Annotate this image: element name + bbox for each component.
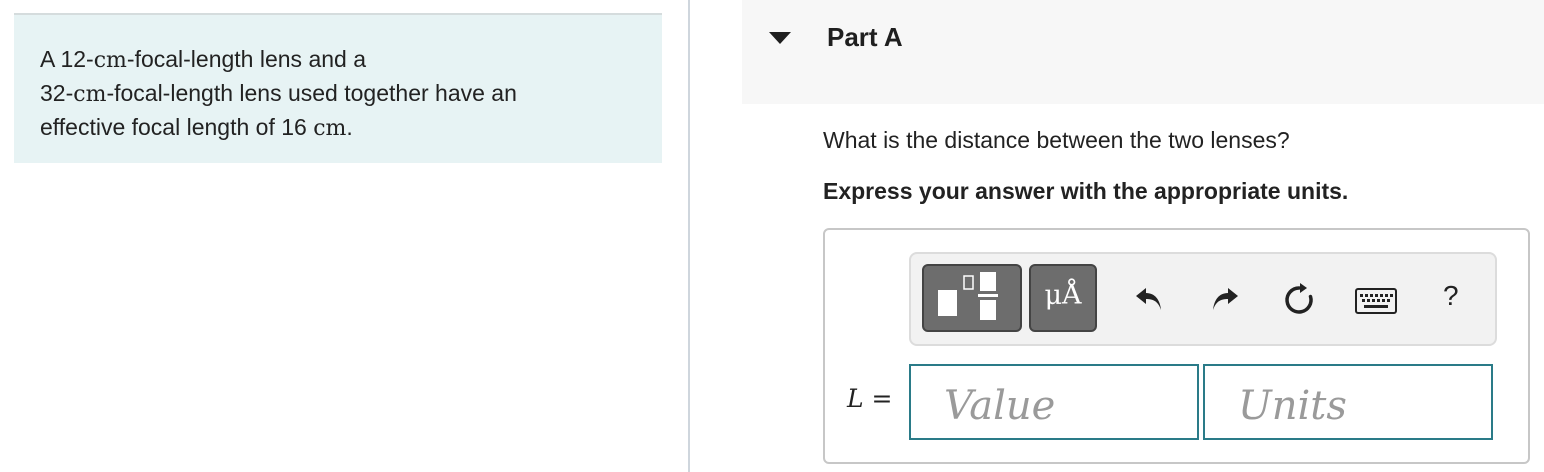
problem-text-part: -focal-length lens used together have an: [106, 80, 517, 106]
undo-icon[interactable]: [1133, 282, 1165, 314]
problem-text-part: .: [346, 114, 353, 140]
unit-text: cm: [73, 82, 107, 107]
problem-text: A 12-cm-focal-length lens and a 32-cm-fo…: [40, 43, 620, 145]
equals-sign: =: [863, 384, 893, 413]
reset-icon[interactable]: [1281, 282, 1317, 318]
keyboard-icon[interactable]: [1355, 288, 1397, 314]
unit-text: cm: [93, 48, 127, 73]
unit-text: cm: [313, 116, 347, 141]
problem-text-part: effective focal length of 16: [40, 114, 314, 140]
problem-text-part: -focal-length lens and a: [126, 46, 367, 72]
variable-label: L =: [847, 384, 893, 413]
problem-text-part: 32-: [40, 80, 74, 106]
problem-statement: A 12-cm-focal-length lens and a 32-cm-fo…: [14, 13, 662, 163]
units-button-label: μÅ: [1044, 280, 1082, 311]
help-button[interactable]: ?: [1443, 280, 1459, 312]
answer-box: μÅ ? L =: [823, 228, 1530, 464]
units-button[interactable]: μÅ: [1029, 264, 1097, 332]
part-title: Part A: [827, 22, 903, 52]
value-input[interactable]: [909, 364, 1199, 440]
math-toolbar: μÅ ?: [909, 252, 1497, 346]
collapse-caret-icon[interactable]: [769, 32, 791, 44]
variable-name: L: [847, 384, 864, 413]
column-divider: [688, 0, 690, 472]
templates-button[interactable]: [922, 264, 1022, 332]
units-input[interactable]: [1203, 364, 1493, 440]
question-text: What is the distance between the two len…: [823, 127, 1290, 153]
redo-icon[interactable]: [1209, 282, 1241, 314]
part-header[interactable]: Part A: [742, 0, 1544, 104]
templates-icon: [938, 272, 998, 320]
instruction-text: Express your answer with the appropriate…: [823, 178, 1349, 204]
problem-text-part: A 12-: [40, 46, 94, 72]
